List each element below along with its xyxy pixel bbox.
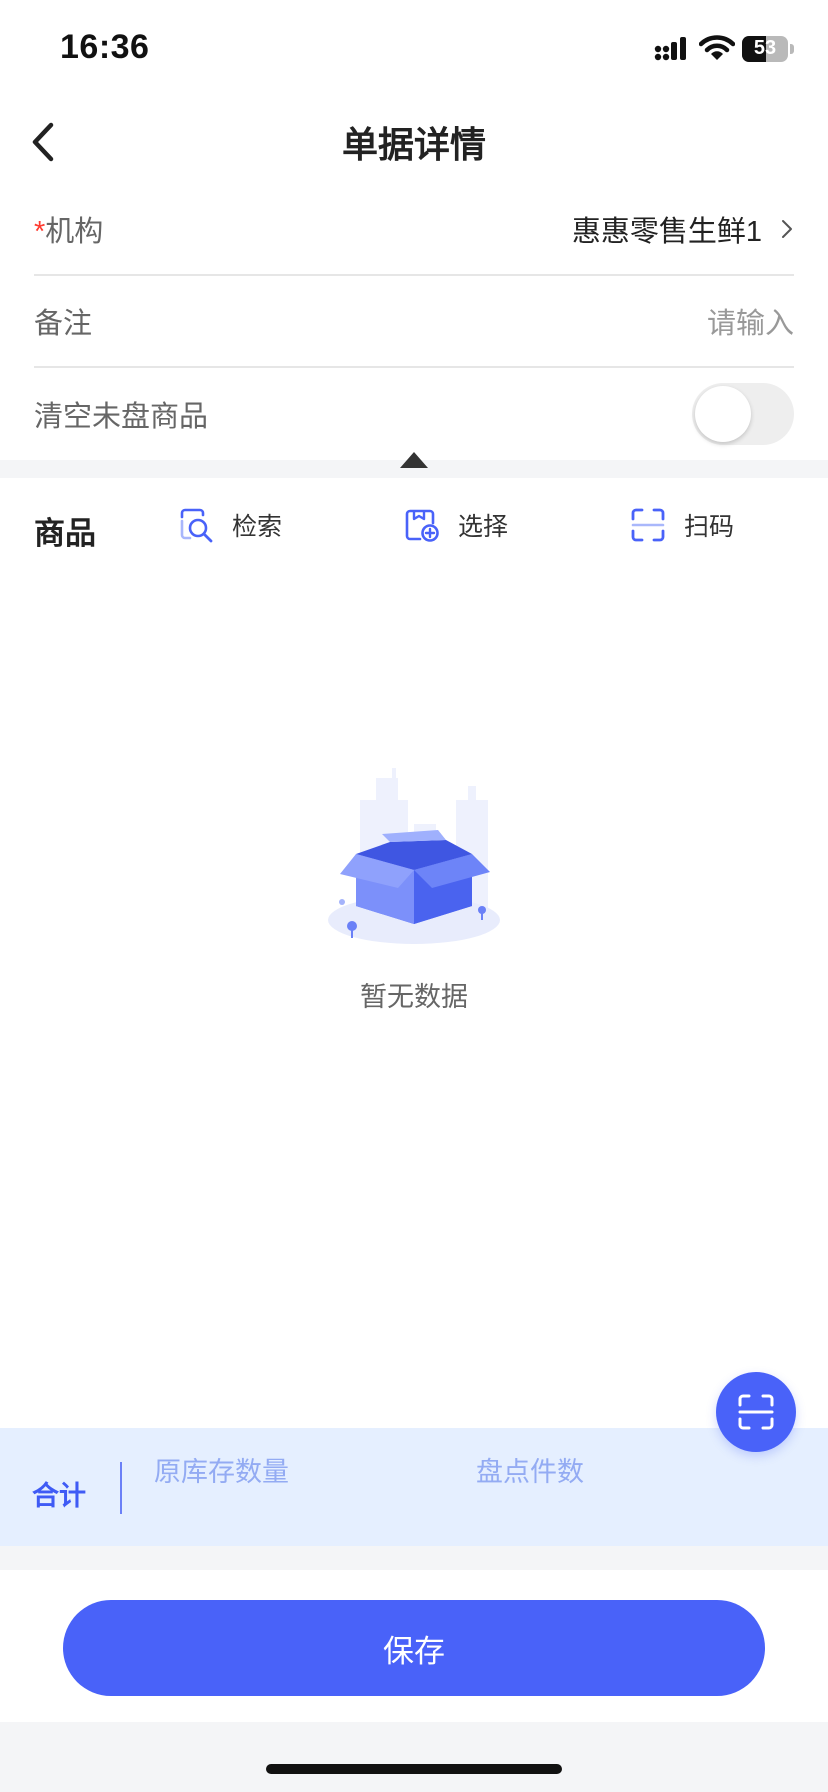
scan-goods-button[interactable]: 扫码 — [630, 502, 734, 548]
save-button[interactable]: 保存 — [63, 1600, 765, 1696]
battery-cap — [790, 44, 794, 54]
search-icon — [180, 508, 213, 543]
summary-total-label: 合计 — [32, 1481, 86, 1511]
summary-count-qty-label: 盘点件数 — [476, 1457, 584, 1487]
scan-icon — [631, 508, 665, 542]
org-value: 惠惠零售生鲜1 — [572, 208, 794, 250]
remark-row[interactable]: 备注 请输入 — [34, 275, 794, 367]
empty-state-text: 暂无数据 — [360, 982, 468, 1012]
clear-uncounted-toggle[interactable] — [692, 383, 794, 445]
scan-goods-label: 扫码 — [684, 513, 735, 541]
home-indicator — [266, 1764, 562, 1774]
org-value-text: 惠惠零售生鲜1 — [571, 216, 762, 248]
org-row[interactable]: *机构 惠惠零售生鲜1 — [34, 183, 794, 275]
summary-bar — [0, 1428, 828, 1546]
select-add-icon — [405, 509, 439, 542]
wifi-icon — [699, 35, 735, 60]
scan-icon — [738, 1394, 774, 1430]
search-goods-label: 检索 — [232, 513, 283, 541]
bottom-separator — [0, 1546, 828, 1570]
select-goods-label: 选择 — [458, 513, 509, 541]
summary-original-stock-label: 原库存数量 — [154, 1457, 289, 1487]
collapse-toggle-icon[interactable] — [400, 452, 428, 468]
empty-box-icon — [328, 768, 500, 944]
goods-title: 商品 — [34, 516, 96, 551]
chevron-right-icon — [782, 220, 792, 238]
search-goods-button[interactable]: 检索 — [178, 502, 282, 548]
battery-level: 53 — [753, 37, 777, 59]
remark-label: 备注 — [34, 308, 93, 340]
required-mark: * — [34, 216, 46, 248]
org-label: *机构 — [34, 216, 104, 248]
bottom-safe-area — [0, 1722, 828, 1792]
clear-uncounted-row: 清空未盘商品 — [34, 368, 794, 460]
select-goods-button[interactable]: 选择 — [404, 502, 508, 548]
battery-icon: 53 — [742, 36, 788, 62]
cellular-signal-icon — [654, 37, 686, 61]
back-button[interactable] — [20, 116, 64, 168]
back-chevron-icon — [32, 122, 54, 162]
remark-input[interactable]: 请输入 — [707, 300, 794, 342]
page-title: 单据详情 — [341, 124, 486, 165]
clear-uncounted-label: 清空未盘商品 — [34, 401, 209, 433]
toggle-knob — [695, 386, 751, 442]
floating-scan-button[interactable] — [716, 1372, 796, 1452]
summary-separator — [120, 1462, 122, 1514]
status-time: 16:36 — [60, 28, 150, 66]
